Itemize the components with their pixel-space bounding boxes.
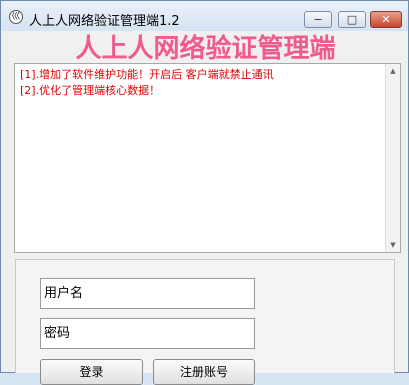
window-title: 人上人网络验证管理端1.2 [29, 14, 180, 29]
login-panel [15, 259, 395, 373]
update-log-textarea[interactable]: [1].增加了软件维护功能！开启后 客户端就禁止通讯 [2].优化了管理端核心数… [14, 63, 401, 253]
scroll-up-arrow-icon[interactable]: ▲ [386, 64, 400, 78]
app-headline: 人上人网络验证管理端 [75, 34, 336, 64]
title-bar[interactable]: 巛 人上人网络验证管理端1.2 − □ ✕ [1, 1, 408, 31]
log-line: [2].优化了管理端核心数据！ [20, 84, 161, 97]
close-button[interactable]: ✕ [370, 11, 402, 28]
log-line: [1].增加了软件维护功能！开启后 客户端就禁止通讯 [20, 68, 274, 81]
login-button[interactable]: 登录 [40, 359, 143, 385]
vertical-scrollbar[interactable]: ▲ ▼ [385, 64, 400, 252]
maximize-button[interactable]: □ [338, 11, 366, 28]
username-input[interactable]: 用户名 [40, 278, 255, 309]
minimize-button[interactable]: − [304, 11, 332, 28]
app-icon: 巛 [9, 10, 23, 24]
scroll-down-arrow-icon[interactable]: ▼ [386, 238, 400, 252]
password-input[interactable]: 密码 [40, 318, 255, 349]
register-button[interactable]: 注册账号 [153, 359, 255, 385]
log-lines: [1].增加了软件维护功能！开启后 客户端就禁止通讯 [2].优化了管理端核心数… [20, 67, 384, 99]
